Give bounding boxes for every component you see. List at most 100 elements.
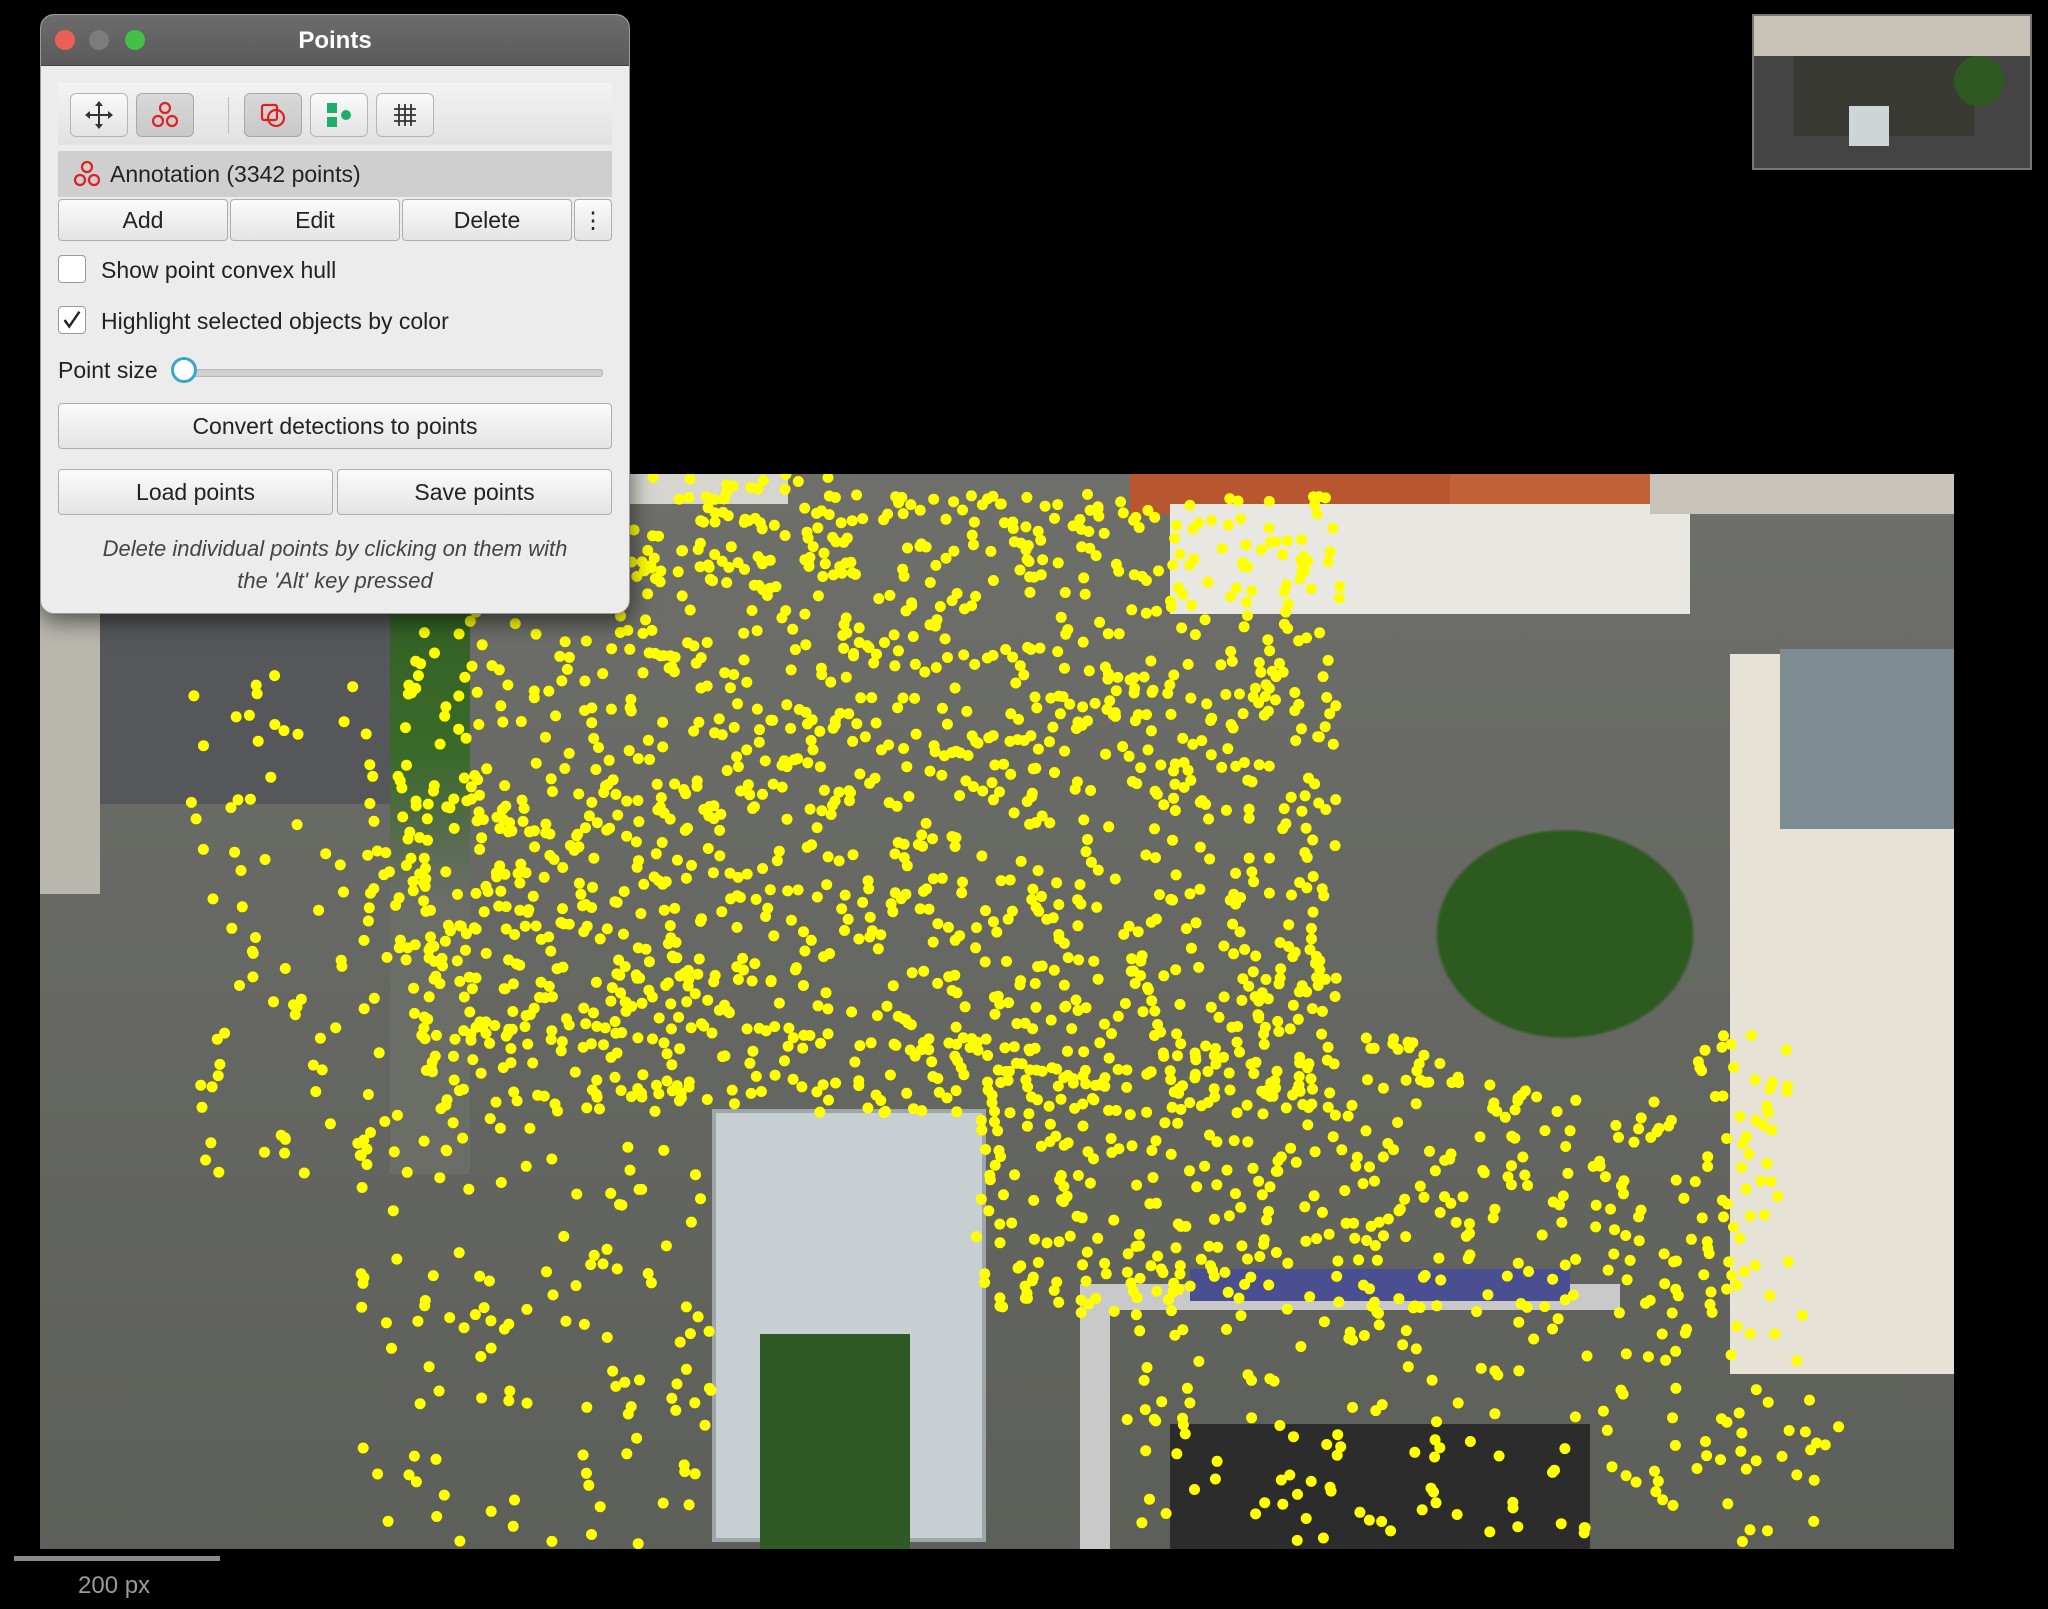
annotation-point bbox=[1242, 610, 1253, 621]
annotation-point bbox=[1581, 1350, 1593, 1362]
annotation-point bbox=[1242, 774, 1254, 786]
annotation-point bbox=[1201, 698, 1213, 710]
annotation-point bbox=[530, 628, 542, 640]
annotation-point bbox=[265, 771, 277, 783]
show-annotations-toggle[interactable] bbox=[244, 93, 302, 137]
annotation-point bbox=[1605, 1203, 1616, 1215]
grid-toggle[interactable] bbox=[376, 93, 434, 137]
annotation-point bbox=[1132, 926, 1144, 938]
convex-hull-checkbox[interactable] bbox=[58, 255, 86, 283]
annotation-point bbox=[835, 517, 847, 529]
annotation-point bbox=[851, 718, 863, 730]
annotation-point bbox=[968, 516, 980, 528]
annotation-point bbox=[742, 779, 754, 791]
annotation-point bbox=[781, 813, 793, 825]
annotation-point bbox=[1318, 1316, 1330, 1328]
annotation-point bbox=[586, 796, 598, 808]
annotation-point bbox=[1292, 1488, 1303, 1500]
annotation-point bbox=[747, 1045, 759, 1057]
annotation-point bbox=[236, 901, 248, 913]
save-points-button[interactable]: Save points bbox=[337, 469, 612, 515]
minimap[interactable] bbox=[1752, 14, 2032, 170]
delete-button[interactable]: Delete bbox=[402, 199, 572, 241]
points-dialog: Points Annotation (3342 points) Add Edit… bbox=[40, 14, 630, 614]
annotation-point bbox=[792, 753, 804, 765]
load-points-button[interactable]: Load points bbox=[58, 469, 333, 515]
annotation-point bbox=[817, 571, 829, 582]
annotation-point bbox=[1445, 1148, 1457, 1160]
annotation-point bbox=[842, 913, 854, 925]
annotation-point bbox=[846, 567, 858, 579]
annotation-point bbox=[696, 1018, 707, 1030]
annotation-point bbox=[924, 577, 936, 588]
annotation-point bbox=[881, 1000, 893, 1012]
annotation-point bbox=[563, 918, 575, 930]
annotation-point bbox=[731, 751, 743, 763]
highlight-checkbox[interactable] bbox=[58, 306, 86, 334]
annotation-point bbox=[820, 987, 832, 999]
minimap-fountain bbox=[1849, 106, 1889, 146]
annotation-point bbox=[444, 1312, 456, 1324]
more-options-button[interactable]: ⋮ bbox=[574, 199, 612, 241]
annotation-point bbox=[975, 1114, 987, 1126]
annotation-point bbox=[362, 849, 374, 861]
point-size-slider-knob[interactable] bbox=[171, 357, 197, 383]
annotation-point bbox=[1539, 1301, 1551, 1313]
annotation-point bbox=[1307, 871, 1319, 882]
annotation-point bbox=[1234, 1046, 1245, 1058]
annotation-point bbox=[1555, 1518, 1567, 1530]
annotation-point bbox=[1430, 1497, 1442, 1509]
annotation-point bbox=[1578, 1522, 1590, 1534]
annotation-point bbox=[1255, 544, 1267, 556]
annotation-point bbox=[1168, 792, 1180, 804]
points-tool-button[interactable] bbox=[136, 93, 194, 137]
annotation-point bbox=[1755, 1175, 1767, 1187]
annotation-point bbox=[1294, 1051, 1306, 1063]
annotation-point bbox=[313, 904, 325, 916]
annotation-point bbox=[1805, 1444, 1817, 1456]
annotation-point bbox=[1026, 787, 1038, 799]
annotation-point bbox=[1106, 1028, 1117, 1040]
convert-detections-button[interactable]: Convert detections to points bbox=[58, 403, 612, 449]
annotation-point bbox=[453, 628, 465, 640]
annotation-point bbox=[1270, 536, 1282, 548]
annotation-point bbox=[752, 483, 764, 495]
add-button[interactable]: Add bbox=[58, 199, 228, 241]
annotation-point bbox=[1253, 995, 1265, 1007]
annotation-point bbox=[1003, 997, 1015, 1009]
annotation-point bbox=[760, 911, 772, 922]
annotation-point bbox=[1079, 1064, 1091, 1076]
annotation-point bbox=[764, 582, 776, 594]
annotation-point bbox=[1041, 913, 1053, 925]
annotation-class-row[interactable]: Annotation (3342 points) bbox=[58, 151, 612, 197]
annotation-point bbox=[551, 963, 563, 975]
crowd-image[interactable] bbox=[40, 474, 1954, 1549]
move-tool-button[interactable] bbox=[70, 93, 128, 137]
annotation-point bbox=[490, 1096, 502, 1108]
annotation-point bbox=[1645, 1131, 1657, 1143]
annotation-point bbox=[225, 802, 237, 814]
annotation-point bbox=[728, 721, 740, 733]
annotation-point bbox=[1325, 1485, 1337, 1497]
annotation-point bbox=[1213, 1011, 1225, 1023]
annotation-point bbox=[1119, 998, 1131, 1009]
annotation-point bbox=[751, 703, 763, 715]
show-detections-toggle[interactable] bbox=[310, 93, 368, 137]
annotation-point bbox=[799, 554, 811, 566]
annotation-point bbox=[1072, 894, 1084, 906]
dialog-titlebar[interactable]: Points bbox=[41, 15, 629, 66]
annotation-point bbox=[1043, 1100, 1055, 1112]
point-size-slider[interactable] bbox=[185, 369, 603, 377]
annotation-point bbox=[1124, 1109, 1136, 1121]
annotation-point bbox=[1705, 1286, 1717, 1298]
annotation-point bbox=[1184, 888, 1196, 900]
annotation-point bbox=[605, 995, 617, 1007]
annotation-point bbox=[670, 1404, 682, 1416]
annotation-point bbox=[1100, 1268, 1112, 1280]
edit-button[interactable]: Edit bbox=[230, 199, 400, 241]
annotation-point bbox=[822, 1028, 834, 1040]
annotation-point bbox=[1228, 948, 1240, 960]
annotation-point bbox=[942, 921, 954, 933]
annotation-point bbox=[829, 492, 841, 503]
annotation-point bbox=[518, 802, 530, 814]
